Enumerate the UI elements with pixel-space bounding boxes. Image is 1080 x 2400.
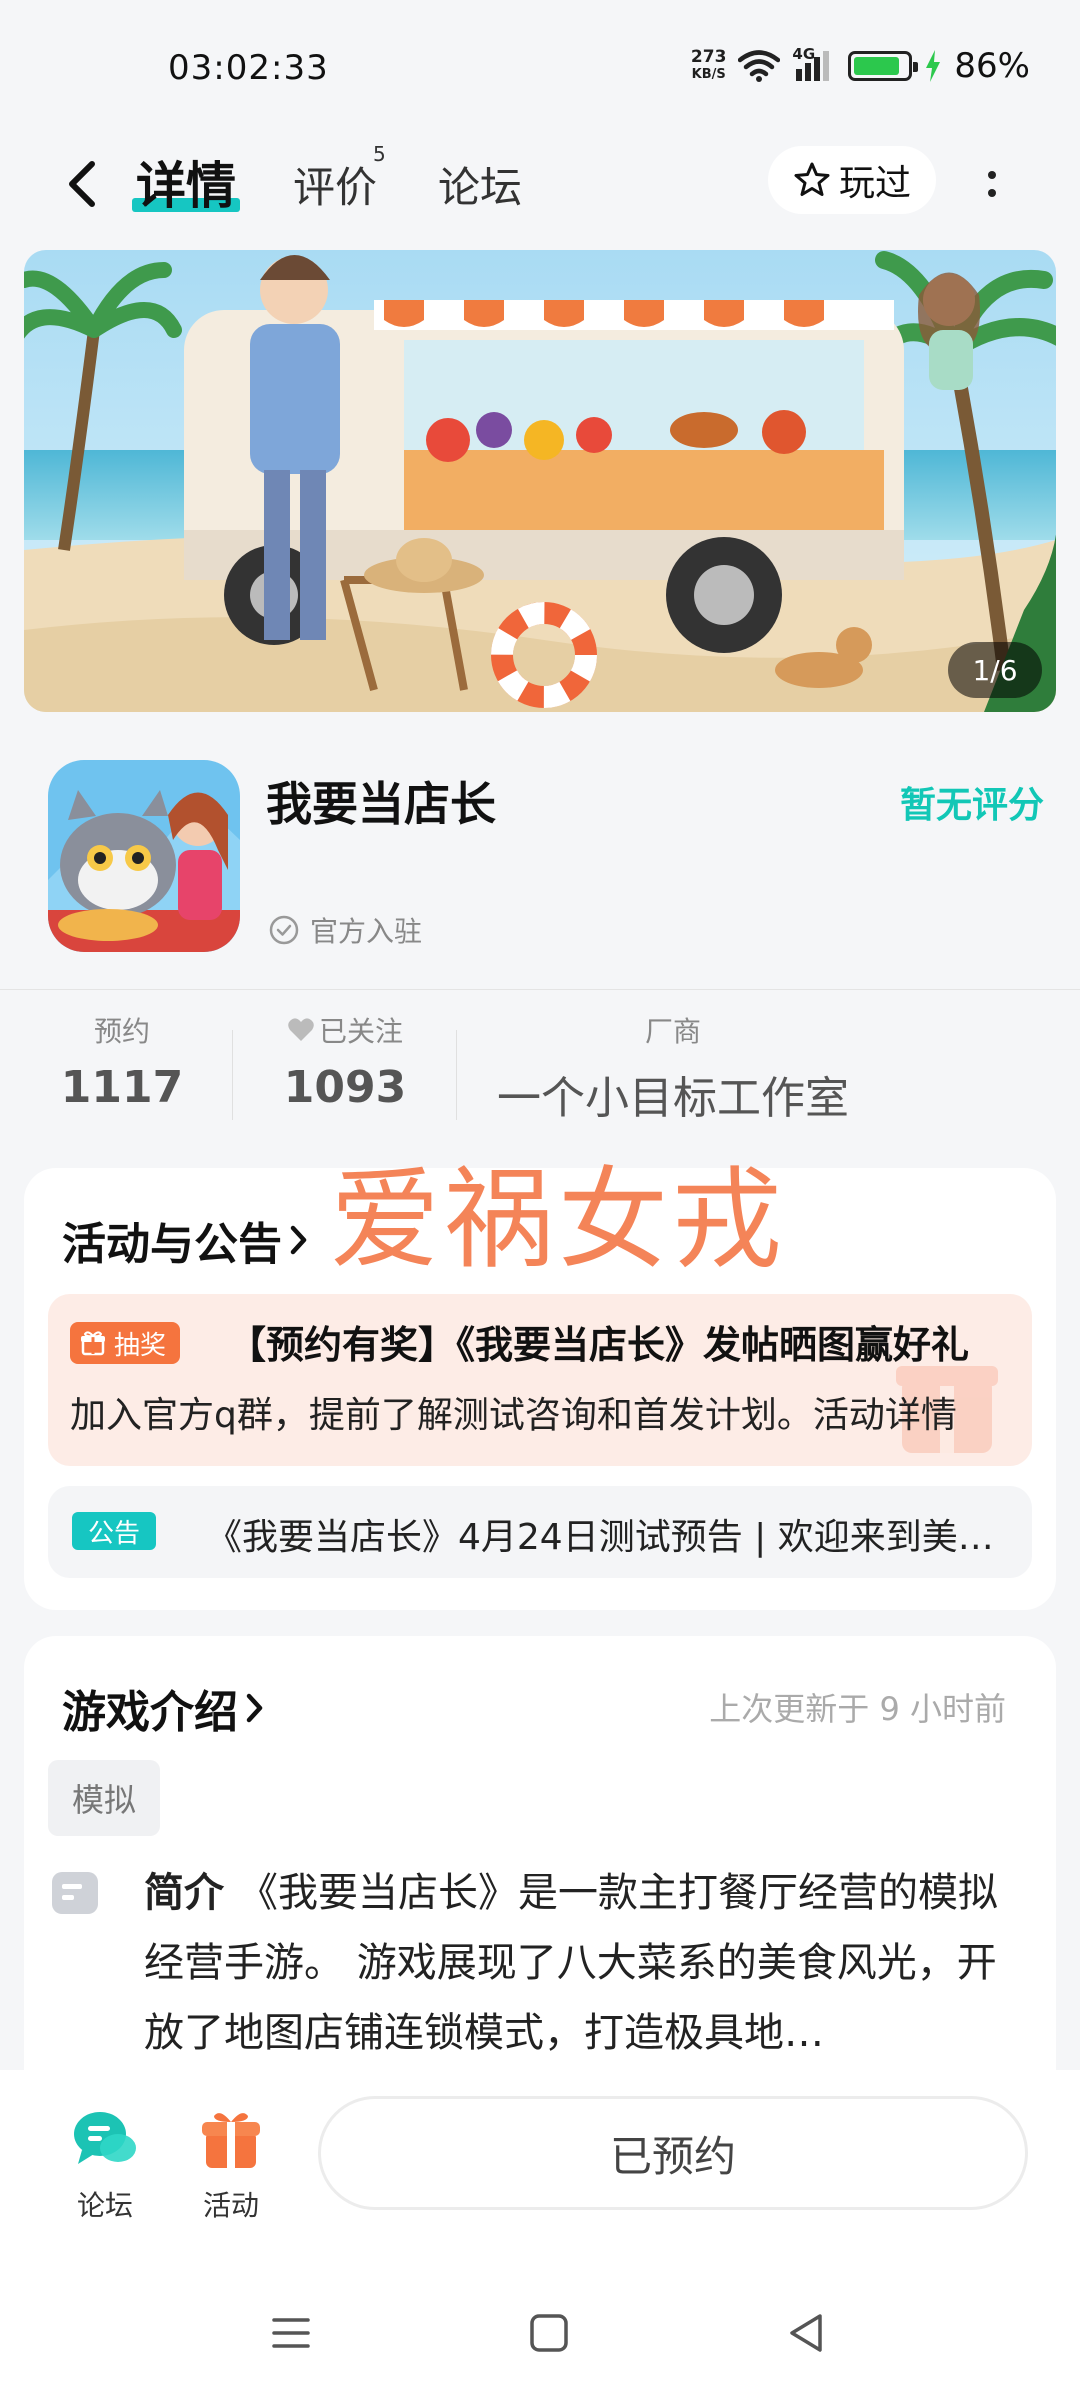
tab-detail-label: 详情: [136, 157, 236, 215]
intro-section-header[interactable]: 游戏介绍: [62, 1676, 266, 1740]
app-icon[interactable]: [48, 760, 240, 952]
lottery-badge-label: 抽奖: [114, 1330, 167, 1361]
net-speed-unit: KB/S: [691, 67, 726, 82]
stat-reservations: 预约 1117: [60, 1010, 184, 1113]
battery-percent: 86%: [954, 46, 1030, 86]
wifi-icon: [738, 50, 781, 82]
forum-shortcut-label: 论坛: [76, 2189, 133, 2222]
stat-followers[interactable]: 已关注 1093: [270, 1010, 420, 1113]
played-label: 玩过: [838, 163, 911, 204]
reserve-button[interactable]: 已预约: [318, 2096, 1028, 2210]
tab-review[interactable]: 评价 5: [293, 142, 386, 215]
banner-image: [24, 250, 1056, 712]
back-button[interactable]: [56, 154, 108, 214]
check-circle-icon: [269, 915, 299, 945]
score-label: 暂无评分: [899, 785, 1044, 826]
activity-shortcut[interactable]: 活动: [176, 2106, 286, 2224]
chevron-right-icon: [246, 1693, 263, 1723]
app-name: 我要当店长: [266, 777, 496, 831]
back-arrow-icon: [69, 161, 95, 207]
cellular-signal-icon: 4G: [792, 45, 836, 83]
net-speed-value: 273: [690, 47, 727, 67]
tab-forum[interactable]: 论坛: [438, 154, 522, 215]
lottery-description: 加入官方q群，提前了解测试咨询和首发计划。活动详情: [70, 1395, 957, 1436]
last-updated: 上次更新于 9 小时前: [709, 1690, 1006, 1728]
tab-forum-label: 论坛: [438, 163, 523, 212]
official-label: 官方入驻: [310, 915, 423, 948]
stat-reservations-value: 1117: [60, 1062, 184, 1113]
stats-row: 预约 1117 已关注 1093 厂商 一个小目标工作室: [0, 1010, 1080, 1130]
review-count-badge: 5: [373, 142, 386, 166]
forum-shortcut[interactable]: 论坛: [50, 2106, 160, 2224]
stat-vendor-value: 一个小目标工作室: [497, 1073, 849, 1124]
lottery-title: 【预约有奖】《我要当店长》发帖晒图赢好礼: [228, 1323, 970, 1367]
summary-label: 简介: [144, 1870, 224, 1916]
back-triangle-icon[interactable]: [782, 2308, 832, 2358]
intro-summary[interactable]: 简介 《我要当店长》是一款主打餐厅经营的模拟经营手游。 游戏展现了八大菜系的美食风…: [144, 1858, 1024, 2068]
status-indicators: 273 KB/S 4G 86%: [691, 45, 1030, 86]
chat-bubble-icon: [72, 2106, 138, 2172]
star-outline-icon: [794, 162, 830, 196]
charging-icon: [926, 50, 941, 82]
status-time: 03:02:33: [168, 48, 329, 88]
stat-followers-label: 已关注: [318, 1015, 403, 1048]
game-intro-card: 游戏介绍 上次更新于 9 小时前 模拟 简介 《我要当店长》是一款主打餐厅经营的模…: [24, 1636, 1056, 2136]
genre-tag[interactable]: 模拟: [48, 1760, 161, 1836]
network-speed: 273 KB/S: [691, 48, 727, 84]
battery-icon: [848, 51, 919, 81]
screenshot-carousel[interactable]: 1/6: [24, 250, 1056, 712]
stat-followers-label-row: 已关注: [270, 1010, 420, 1050]
gift-box-icon: [198, 2106, 264, 2172]
more-dot-icon: [988, 189, 996, 197]
notice-item[interactable]: 公告 《我要当店长》4月24日测试预告 | 欢迎来到美食街: [48, 1486, 1032, 1578]
home-icon[interactable]: [524, 2308, 574, 2358]
summary-text: 《我要当店长》是一款主打餐厅经营的模拟经营手游。 游戏展现了八大菜系的美食风光，…: [144, 1870, 998, 2056]
lottery-badge: 抽奖: [70, 1322, 181, 1364]
lottery-activity-item[interactable]: 抽奖 【预约有奖】《我要当店长》发帖晒图赢好礼 加入官方q群，提前了解测试咨询和…: [48, 1294, 1032, 1466]
status-bar: 03:02:33 273 KB/S 4G 86%: [0, 0, 1080, 130]
stat-followers-value: 1093: [283, 1062, 407, 1113]
official-badge: 官方入驻: [268, 910, 422, 950]
notice-text: 《我要当店长》4月24日测试预告 | 欢迎来到美食街: [206, 1517, 1006, 1558]
more-dot-icon: [988, 171, 996, 179]
tab-review-label: 评价: [293, 163, 378, 212]
menu-icon[interactable]: [266, 2308, 316, 2358]
stat-vendor-label: 厂商: [644, 1015, 701, 1048]
gift-icon: [81, 1331, 105, 1356]
app-info-section: 我要当店长 官方入驻 暂无评分: [0, 740, 1080, 990]
activity-title: 活动与公告: [62, 1219, 282, 1270]
heart-icon: [288, 1018, 314, 1041]
more-menu-button[interactable]: [972, 154, 1012, 214]
battery-level: [854, 57, 900, 75]
activity-shortcut-label: 活动: [202, 2189, 259, 2222]
system-navigation-bar: [0, 2280, 1080, 2400]
carousel-counter: 1/6: [948, 642, 1042, 698]
top-nav: 详情 评价 5 论坛 玩过: [0, 130, 1080, 240]
summary-icon: [52, 1872, 98, 1914]
watermark-text: 爱祸女戎: [330, 1156, 786, 1284]
notice-badge: 公告: [72, 1512, 157, 1550]
intro-title: 游戏介绍: [62, 1687, 238, 1738]
played-button[interactable]: 玩过: [768, 146, 936, 214]
chevron-right-icon: [290, 1225, 307, 1255]
stat-reservations-label: 预约: [93, 1015, 150, 1048]
stat-vendor[interactable]: 厂商 一个小目标工作室: [478, 1010, 868, 1126]
activity-section-header[interactable]: 活动与公告: [62, 1208, 310, 1272]
tab-detail[interactable]: 详情: [132, 146, 240, 218]
